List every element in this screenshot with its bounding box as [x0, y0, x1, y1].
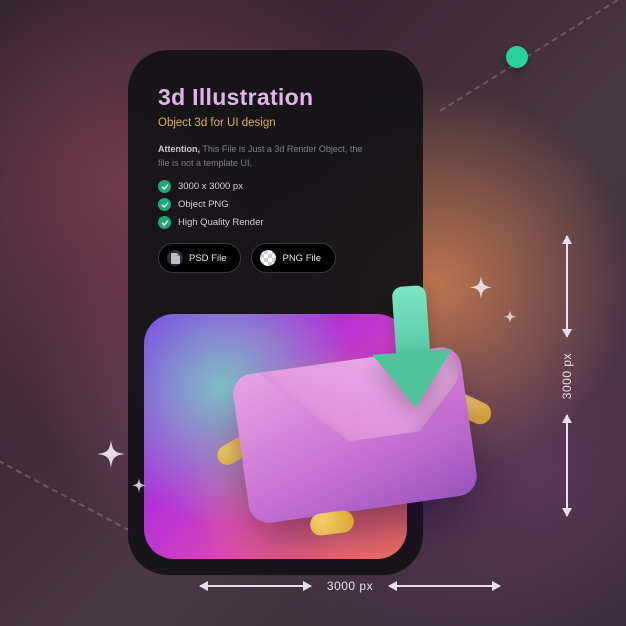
card-subtitle: Object 3d for UI design: [158, 117, 393, 129]
feature-list: 3000 x 3000 px Object PNG High Quality R…: [158, 180, 393, 229]
sparkle-icon: [464, 276, 498, 310]
feature-label: Object PNG: [178, 199, 229, 210]
feature-item: Object PNG: [158, 198, 393, 211]
psd-file-chip: PSD File: [158, 243, 241, 273]
transparency-icon: [260, 250, 276, 266]
file-icon: [167, 250, 183, 266]
png-file-chip: PNG File: [251, 243, 336, 273]
preview-gradient-panel: [144, 314, 407, 559]
feature-label: 3000 x 3000 px: [178, 181, 243, 192]
feature-label: High Quality Render: [178, 217, 264, 228]
attention-label: Attention,: [158, 144, 200, 154]
check-icon: [158, 198, 171, 211]
chip-label: PSD File: [189, 253, 226, 264]
width-dimension-guide: 3000 px: [200, 576, 500, 596]
decorative-dashed-line: [439, 0, 626, 112]
file-type-chips: PSD File PNG File: [158, 243, 393, 273]
feature-item: High Quality Render: [158, 216, 393, 229]
sparkle-icon: [500, 310, 520, 330]
width-label: 3000 px: [327, 579, 373, 593]
attention-note: Attention, This File is Just a 3d Render…: [158, 143, 368, 170]
card-title: 3d Illustration: [158, 84, 393, 111]
feature-item: 3000 x 3000 px: [158, 180, 393, 193]
check-icon: [158, 216, 171, 229]
sparkle-icon: [90, 440, 132, 482]
product-info-card: 3d Illustration Object 3d for UI design …: [128, 50, 423, 575]
sparkle-icon: [128, 478, 150, 500]
chip-label: PNG File: [282, 253, 321, 264]
check-icon: [158, 180, 171, 193]
accent-dot-icon: [506, 46, 528, 68]
height-dimension-guide: 3000 px: [556, 236, 578, 516]
paint-splash-icon: [447, 390, 494, 428]
height-label: 3000 px: [560, 353, 574, 399]
